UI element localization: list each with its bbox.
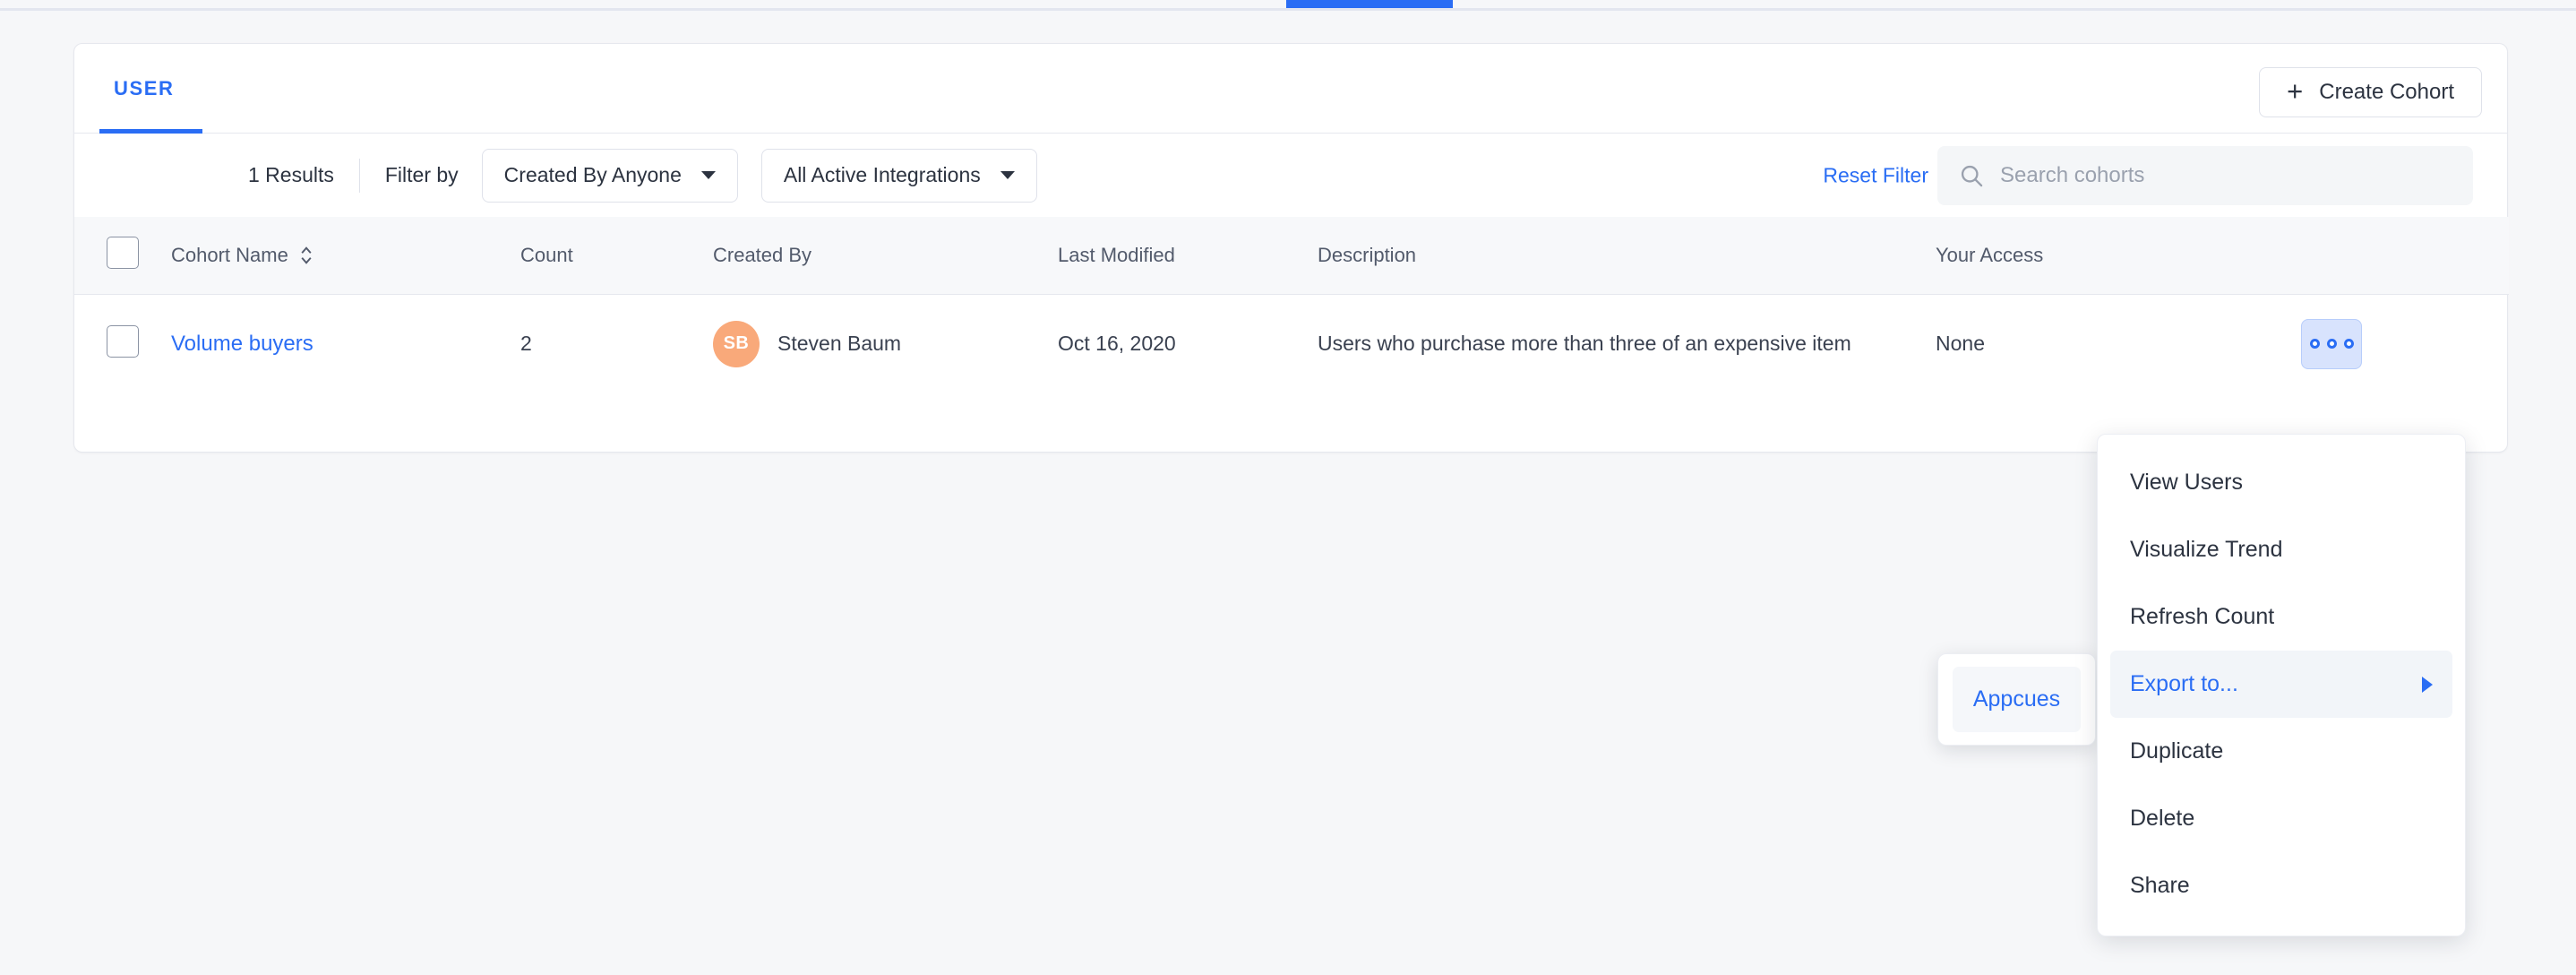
page-root: USER + Create Cohort 1 Results Filter by… (0, 0, 2576, 975)
submenu-item-appcues[interactable]: Appcues (1953, 667, 2081, 732)
table-head: Cohort Name Count Created By Last Modifi… (74, 217, 2509, 295)
dropdown-created-by[interactable]: Created By Anyone (481, 148, 738, 203)
menu-item-export-to[interactable]: Export to... (2110, 651, 2452, 718)
results-count: 1 Results (248, 163, 334, 186)
menu-item-refresh-count[interactable]: Refresh Count (2110, 583, 2452, 651)
cohorts-table: Cohort Name Count Created By Last Modifi… (74, 217, 2509, 393)
chevron-down-icon (1000, 171, 1015, 179)
top-divider (0, 8, 2576, 11)
submenu-item-appcues-label: Appcues (1972, 686, 2061, 712)
cell-created-by: SB Steven Baum (713, 295, 1058, 393)
filter-by-label: Filter by (384, 163, 459, 186)
cell-last-modified: Oct 16, 2020 (1058, 332, 1176, 356)
row-context-menu: View Users Visualize Trend Refresh Count… (2097, 434, 2466, 936)
dropdown-integrations-label: All Active Integrations (783, 163, 981, 186)
cohort-name-link[interactable]: Volume buyers (171, 332, 313, 356)
chevron-down-icon (700, 171, 716, 179)
row-checkbox[interactable] (107, 324, 139, 358)
search-input[interactable] (2000, 162, 2451, 188)
menu-item-visualize-trend-label: Visualize Trend (2130, 537, 2283, 562)
column-header-created-by: Created By (713, 217, 1058, 295)
tab-user-label: USER (114, 77, 175, 99)
ellipsis-icon (2326, 339, 2337, 349)
dropdown-created-by-label: Created By Anyone (503, 163, 682, 186)
menu-item-delete[interactable]: Delete (2110, 785, 2452, 852)
menu-item-view-users-label: View Users (2130, 470, 2243, 495)
menu-item-duplicate[interactable]: Duplicate (2110, 718, 2452, 785)
column-header-count: Count (520, 217, 713, 295)
cell-actions (2294, 295, 2509, 393)
reset-filter-link[interactable]: Reset Filter (1823, 163, 1928, 187)
table-header-row: Cohort Name Count Created By Last Modifi… (74, 217, 2509, 295)
search-field[interactable] (1937, 145, 2473, 205)
select-all-checkbox[interactable] (107, 237, 139, 269)
cell-count: 2 (520, 332, 532, 356)
row-select-cell (74, 295, 171, 393)
column-header-cohort-name[interactable]: Cohort Name (171, 217, 520, 295)
avatar: SB (713, 320, 760, 367)
create-cohort-label: Create Cohort (2319, 80, 2454, 104)
menu-item-share[interactable]: Share (2110, 852, 2452, 919)
column-header-last-modified: Last Modified (1058, 217, 1318, 295)
tab-user[interactable]: USER (101, 44, 187, 134)
column-header-actions (2294, 217, 2509, 295)
filter-divider (358, 158, 360, 193)
filter-bar: 1 Results Filter by Created By Anyone Al… (74, 134, 2507, 217)
dropdown-integrations[interactable]: All Active Integrations (760, 148, 1037, 203)
chevron-right-icon (2422, 676, 2433, 693)
description-text: Users who purchase more than three of an… (1318, 332, 1851, 356)
menu-item-view-users[interactable]: View Users (2110, 449, 2452, 516)
table-row[interactable]: Volume buyers 2 SB Steven Baum Oct 16, 2… (74, 295, 2509, 393)
top-active-tab-indicator (1286, 0, 1453, 8)
search-icon (1961, 165, 1983, 186)
column-header-your-access: Your Access (1936, 217, 2294, 295)
column-header-description: Description (1318, 217, 1936, 295)
export-submenu: Appcues (1937, 653, 2096, 746)
cohorts-card: USER + Create Cohort 1 Results Filter by… (73, 43, 2509, 453)
row-actions-button[interactable] (2301, 318, 2362, 369)
table-body: Volume buyers 2 SB Steven Baum Oct 16, 2… (74, 295, 2509, 393)
plus-icon: + (2287, 74, 2304, 107)
menu-item-visualize-trend[interactable]: Visualize Trend (2110, 516, 2452, 583)
menu-item-refresh-count-label: Refresh Count (2130, 604, 2275, 629)
cell-your-access: None (1936, 332, 1985, 356)
cell-cohort-name: Volume buyers (171, 295, 520, 393)
ellipsis-icon (2309, 339, 2320, 349)
cell-description: Users who purchase more than three of an… (1318, 295, 1936, 393)
created-by-name: Steven Baum (777, 332, 902, 356)
menu-item-duplicate-label: Duplicate (2130, 738, 2224, 764)
menu-item-delete-label: Delete (2130, 806, 2195, 831)
ellipsis-icon (2343, 339, 2354, 349)
card-header: USER + Create Cohort (74, 44, 2507, 134)
column-header-cohort-name-label: Cohort Name (171, 244, 288, 266)
sort-icon (301, 246, 312, 264)
menu-item-share-label: Share (2130, 873, 2190, 898)
create-cohort-button[interactable]: + Create Cohort (2259, 67, 2482, 117)
select-all-header (74, 217, 171, 295)
menu-item-export-to-label: Export to... (2130, 671, 2238, 696)
